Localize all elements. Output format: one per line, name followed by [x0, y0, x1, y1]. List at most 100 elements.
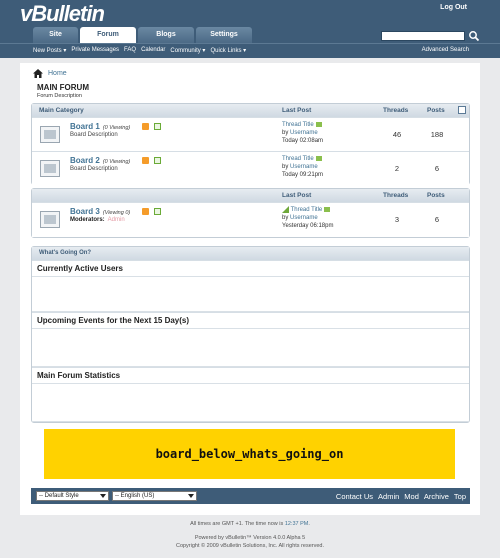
last-post-user-link[interactable]: Username: [290, 164, 318, 170]
rss-icon[interactable]: [142, 157, 149, 164]
subnav-calendar[interactable]: Calendar: [141, 47, 165, 54]
time-notice: All times are GMT +1. The time now is 12…: [190, 521, 310, 527]
thread-count: 3: [394, 215, 400, 224]
main-category-block: Main Category Last Post Threads Posts Bo…: [31, 103, 470, 185]
col-threads: Threads: [383, 107, 409, 114]
tab-settings[interactable]: Settings: [196, 27, 252, 43]
last-post-info: Thread Title by Username Today 02:08am: [282, 121, 324, 144]
main-tabs: Site Forum Blogs Settings: [33, 27, 254, 43]
breadcrumb-home[interactable]: Home: [48, 70, 67, 77]
last-post-user-link[interactable]: Username: [290, 130, 318, 136]
advanced-search-link[interactable]: Advanced Search: [422, 47, 469, 53]
col-posts: Posts: [427, 107, 445, 114]
moderators: Moderators: Admin: [70, 217, 125, 223]
last-post-user-link[interactable]: Username: [290, 215, 318, 221]
subnav-new-posts[interactable]: New Posts ▾: [33, 47, 66, 54]
tab-site[interactable]: Site: [33, 27, 78, 43]
col-posts: Posts: [427, 192, 445, 199]
subnav-faq[interactable]: FAQ: [124, 47, 136, 54]
forum-link[interactable]: Board 3: [70, 207, 100, 216]
subscribe-icon[interactable]: [154, 123, 161, 130]
ad-banner: board_below_whats_going_on: [44, 429, 455, 479]
subnav-private-messages[interactable]: Private Messages: [71, 47, 119, 54]
page-content: Home MAIN FORUM Forum Description Main C…: [20, 63, 480, 515]
viewing-count: (0 Viewing): [102, 125, 131, 131]
active-users-section: Currently Active Users: [32, 260, 469, 312]
col-last-post: Last Post: [282, 192, 312, 199]
forum-description: Board Description: [70, 132, 118, 138]
last-post-time: Today 09:21pm: [282, 172, 324, 178]
last-post-time: Today 02:08am: [282, 138, 324, 144]
category-title[interactable]: Main Category: [39, 107, 84, 114]
last-post-info: Thread Title by Username Yesterday 06:18…: [282, 206, 334, 230]
forum-status-icon: [40, 211, 60, 228]
col-last-post: Last Post: [282, 107, 312, 114]
last-post-time: Yesterday 06:18pm: [282, 223, 334, 230]
post-count: 6: [434, 215, 440, 224]
language-select[interactable]: -- English (US): [112, 491, 197, 501]
go-to-post-icon[interactable]: [315, 155, 322, 161]
forum-row: Board 3 (Viewing 0) Moderators: Admin Thre…: [32, 202, 469, 237]
section-title: Currently Active Users: [37, 264, 123, 273]
mod-link[interactable]: Mod: [404, 492, 419, 501]
forum-statistics-section: Main Forum Statistics: [32, 367, 469, 422]
chevron-down-icon: [188, 494, 194, 498]
subnav-community[interactable]: Community ▾: [170, 47, 205, 54]
subscribe-icon[interactable]: [154, 208, 161, 215]
powered-by: Powered by vBulletin™ Version 4.0.0 Alph…: [194, 535, 306, 541]
whats-going-on-header: What's Going On?: [32, 247, 469, 260]
logout-link[interactable]: Log Out: [440, 4, 467, 11]
collapse-icon[interactable]: [458, 106, 466, 114]
forum-link[interactable]: Board 2: [70, 156, 100, 165]
rss-icon[interactable]: [142, 123, 149, 130]
rss-icon[interactable]: [142, 208, 149, 215]
subnav-quick-links[interactable]: Quick Links ▾: [210, 47, 246, 54]
page-description: Forum Description: [37, 93, 82, 99]
header: vBulletin Log Out Site Forum Blogs Setti…: [0, 0, 500, 58]
subscribe-icon[interactable]: [154, 157, 161, 164]
board-3-block: Last Post Threads Posts Board 3 (Viewing …: [31, 188, 470, 238]
post-count: 6: [434, 164, 440, 173]
contact-us-link[interactable]: Contact Us: [336, 492, 373, 501]
section-title: Upcoming Events for the Next 15 Day(s): [37, 316, 190, 325]
col-threads: Threads: [383, 192, 409, 199]
top-link[interactable]: Top: [454, 492, 466, 501]
forum-link[interactable]: Board 1: [70, 122, 100, 131]
search-input[interactable]: [381, 31, 465, 41]
viewing-count: (Viewing 0): [102, 210, 131, 216]
forum-status-icon: [40, 126, 60, 143]
chevron-down-icon: [100, 494, 106, 498]
last-post-thread-link[interactable]: Thread Title: [282, 156, 314, 162]
last-post-info: Thread Title by Username Today 09:21pm: [282, 155, 324, 178]
forum-row: Board 2 (0 Viewing) Board Description Thr…: [32, 151, 469, 185]
tab-forum[interactable]: Forum: [80, 27, 136, 43]
viewing-count: (0 Viewing): [102, 159, 131, 165]
admin-link[interactable]: Admin: [378, 492, 399, 501]
section-title: Main Forum Statistics: [37, 371, 121, 380]
go-to-post-icon[interactable]: [324, 207, 331, 212]
forum-status-icon: [40, 160, 60, 177]
copyright: Copyright © 2009 vBulletin Solutions, In…: [175, 543, 325, 549]
footer-bar: -- Default Style -- English (US) Contact…: [31, 488, 470, 504]
search-icon[interactable]: [468, 30, 480, 42]
forum-description: Board Description: [70, 166, 118, 172]
vbulletin-logo[interactable]: vBulletin: [20, 1, 105, 27]
post-count: 188: [430, 130, 444, 139]
style-select[interactable]: -- Default Style: [36, 491, 109, 501]
category-header: Main Category Last Post Threads Posts: [32, 104, 469, 117]
go-to-post-icon[interactable]: [315, 121, 322, 127]
last-post-thread-link[interactable]: Thread Title: [291, 207, 323, 213]
last-post-thread-link[interactable]: Thread Title: [282, 122, 314, 128]
whats-going-on: What's Going On? Currently Active Users …: [31, 246, 470, 423]
category-header: Last Post Threads Posts: [32, 189, 469, 202]
sub-navigation: New Posts ▾ Private Messages FAQ Calenda…: [0, 43, 500, 58]
breadcrumb: Home: [33, 69, 67, 78]
forum-row: Board 1 (0 Viewing) Board Description Thr…: [32, 117, 469, 151]
thread-status-icon: [282, 206, 289, 213]
thread-count: 2: [394, 164, 400, 173]
upcoming-events-section: Upcoming Events for the Next 15 Day(s): [32, 312, 469, 367]
home-icon[interactable]: [33, 69, 43, 78]
archive-link[interactable]: Archive: [424, 492, 449, 501]
moderator-link[interactable]: Admin: [108, 217, 125, 223]
tab-blogs[interactable]: Blogs: [138, 27, 194, 43]
